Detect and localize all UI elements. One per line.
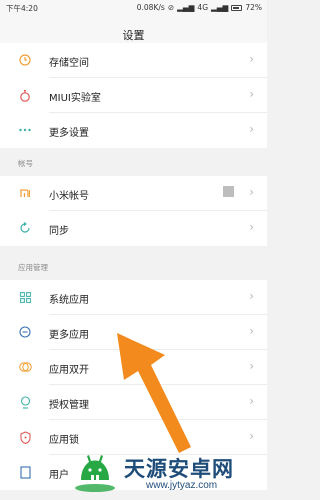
row-miui-lab[interactable]: MIUI实验室 ›	[0, 78, 267, 113]
chevron-right-icon: ›	[249, 220, 254, 234]
chevron-right-icon: ›	[249, 394, 254, 408]
row-mi-account[interactable]: 小米帐号 ›	[0, 176, 267, 211]
row-label: 用户	[49, 470, 69, 481]
clock-icon	[18, 53, 32, 67]
status-bar: 下午4:20 0.08K/s ⊘ ▂▄▆ 4G ▂▄▆ 72%	[0, 0, 267, 16]
chevron-right-icon: ›	[249, 324, 254, 338]
row-label: 系统应用	[49, 295, 89, 306]
more-dots-icon	[18, 123, 32, 137]
row-sync[interactable]: 同步 ›	[0, 211, 267, 246]
network-speed: 0.08K/s	[136, 3, 165, 12]
chevron-right-icon: ›	[249, 122, 254, 136]
row-label: 授权管理	[49, 400, 89, 411]
chevron-right-icon: ›	[249, 52, 254, 66]
account-status-square[interactable]	[223, 186, 234, 197]
status-right: 0.08K/s ⊘ ▂▄▆ 4G ▂▄▆ 72%	[137, 3, 262, 12]
row-label: 应用锁	[49, 435, 79, 446]
section-title-account: 帐号	[18, 159, 33, 168]
row-storage[interactable]: 存储空间 ›	[0, 43, 267, 78]
shield-lock-icon	[18, 430, 32, 444]
chevron-right-icon: ›	[249, 87, 254, 101]
row-label: 应用双开	[49, 365, 89, 376]
mi-logo-icon	[18, 186, 32, 200]
flask-icon	[18, 88, 32, 102]
user-icon	[18, 465, 32, 479]
row-dual-apps[interactable]: 应用双开 ›	[0, 350, 267, 385]
signal-icon-2: ▂▄▆	[211, 3, 229, 12]
chevron-right-icon: ›	[249, 359, 254, 373]
section-title-apps: 应用管理	[18, 263, 48, 272]
row-permissions[interactable]: 授权管理 ›	[0, 385, 267, 420]
row-more-settings[interactable]: 更多设置 ›	[0, 113, 267, 148]
signal-icon: ▂▄▆	[177, 3, 195, 12]
battery-icon	[231, 4, 243, 11]
row-label: 更多设置	[49, 128, 89, 139]
watermark: 天源安卓网 www.jytyaz.com	[72, 446, 267, 500]
chevron-right-icon: ›	[249, 185, 254, 199]
settings-group-top: 存储空间 › MIUI实验室 › 更多设置 ›	[0, 43, 267, 148]
row-label: MIUI实验室	[49, 93, 101, 104]
row-label: 同步	[49, 226, 69, 237]
row-system-apps[interactable]: 系统应用 ›	[0, 280, 267, 315]
mute-icon: ⊘	[167, 3, 175, 12]
watermark-android-logo	[75, 455, 115, 492]
row-label: 存储空间	[49, 58, 89, 69]
battery-level: 72%	[245, 3, 262, 12]
dual-apps-icon	[18, 360, 32, 374]
sync-icon	[18, 221, 32, 235]
chevron-right-icon: ›	[249, 429, 254, 443]
grid-icon	[18, 290, 32, 304]
row-label: 更多应用	[49, 330, 89, 341]
row-label: 小米帐号	[49, 191, 89, 202]
permission-icon	[18, 395, 32, 409]
row-more-apps[interactable]: 更多应用 ›	[0, 315, 267, 350]
more-apps-icon	[18, 325, 32, 339]
watermark-url: www.jytyaz.com	[146, 480, 218, 491]
settings-group-account: 小米帐号 › 同步 ›	[0, 176, 267, 246]
status-time: 下午4:20	[6, 4, 38, 13]
network-type: 4G	[197, 3, 209, 12]
watermark-title: 天源安卓网	[124, 457, 234, 481]
chevron-right-icon: ›	[249, 289, 254, 303]
